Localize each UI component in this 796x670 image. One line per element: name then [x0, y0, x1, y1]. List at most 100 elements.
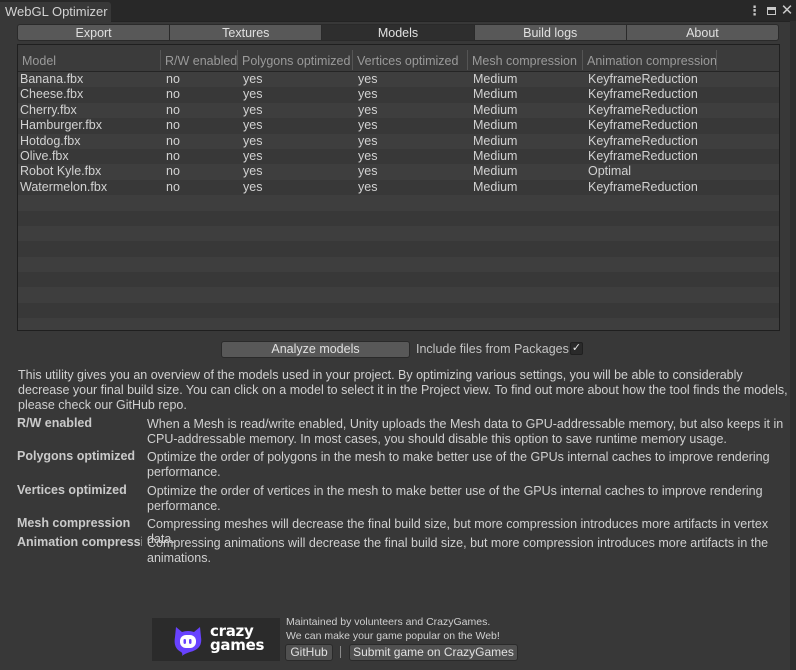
- definition-term: Polygons optimized: [17, 449, 136, 463]
- definition-term: Vertices optimized: [17, 483, 127, 497]
- definition-term: Mesh compression: [17, 516, 131, 530]
- definition-term: Animation compression: [17, 535, 142, 549]
- table-body: Banana.fbx no yes yes Medium KeyframeRed…: [18, 72, 779, 330]
- cell-model: Robot Kyle.fbx: [20, 164, 102, 179]
- intro-text: This utility gives you an overview of th…: [18, 368, 788, 412]
- tab-export[interactable]: Export: [17, 24, 170, 41]
- cell-animation-compression: KeyframeReduction: [588, 72, 698, 86]
- more-options-icon[interactable]: ⋮: [748, 2, 761, 20]
- column-header-animation-compression[interactable]: Animation compression: [583, 45, 717, 71]
- definition-term: R/W enabled: [17, 416, 93, 430]
- empty-row: [18, 318, 779, 330]
- cell-mesh-compression: Medium: [473, 102, 518, 117]
- cell-model: Olive.fbx: [20, 148, 69, 163]
- cell-mesh-compression: Medium: [473, 72, 518, 86]
- promo-text: We can make your game popular on the Web…: [286, 630, 500, 642]
- cell-model: Hamburger.fbx: [20, 118, 102, 133]
- maintained-by-text: Maintained by volunteers and CrazyGames.: [286, 616, 491, 628]
- logo-line-games: games: [210, 636, 265, 654]
- column-header-model[interactable]: Model: [18, 45, 56, 71]
- cell-polygons-optimized: yes: [243, 72, 263, 86]
- cell-mesh-compression: Medium: [473, 164, 518, 179]
- cell-vertices-optimized: yes: [358, 102, 378, 117]
- window-tab[interactable]: WebGL Optimizer: [0, 2, 111, 22]
- logo-wordmark: crazy games: [210, 624, 265, 654]
- table-row[interactable]: Hamburger.fbx no yes yes Medium Keyframe…: [18, 118, 779, 134]
- cell-polygons-optimized: yes: [243, 148, 263, 163]
- cell-animation-compression: Optimal: [588, 164, 632, 179]
- close-icon[interactable]: ✕: [780, 2, 794, 20]
- checkmark-icon: ✓: [571, 342, 582, 354]
- empty-row: [18, 302, 779, 319]
- cell-polygons-optimized: yes: [243, 133, 263, 148]
- empty-row: [18, 272, 779, 288]
- cell-polygons-optimized: yes: [243, 164, 263, 179]
- submit-game-button[interactable]: Submit game on CrazyGames: [349, 644, 518, 661]
- window-edge: [790, 21, 796, 670]
- column-header-polygons-optimized[interactable]: Polygons optimized: [238, 45, 350, 71]
- column-resizer[interactable]: [716, 50, 717, 70]
- cell-model: Cherry.fbx: [20, 102, 77, 117]
- cell-mesh-compression: Medium: [473, 179, 518, 194]
- table-row[interactable]: Cherry.fbx no yes yes Medium KeyframeRed…: [18, 102, 779, 119]
- crazygames-logo[interactable]: crazy games: [152, 618, 280, 661]
- tab-models[interactable]: Models: [321, 24, 474, 41]
- crazygames-mascot-icon: [174, 627, 202, 656]
- cell-model: Watermelon.fbx: [20, 179, 108, 194]
- cell-animation-compression: KeyframeReduction: [588, 133, 698, 148]
- include-packages-checkbox[interactable]: ✓: [570, 342, 583, 355]
- cell-vertices-optimized: yes: [358, 87, 378, 102]
- cell-mesh-compression: Medium: [473, 148, 518, 163]
- cell-animation-compression: KeyframeReduction: [588, 118, 698, 133]
- empty-row: [18, 287, 779, 303]
- cell-rw-enabled: no: [166, 87, 180, 102]
- cell-animation-compression: KeyframeReduction: [588, 179, 698, 194]
- cell-model: Hotdog.fbx: [20, 133, 81, 148]
- empty-row: [18, 241, 779, 257]
- cell-polygons-optimized: yes: [243, 87, 263, 102]
- table-header: Model R/W enabled Polygons optimized Ver…: [18, 45, 779, 72]
- cell-rw-enabled: no: [166, 164, 180, 179]
- column-header-vertices-optimized[interactable]: Vertices optimized: [353, 45, 458, 71]
- empty-row: [18, 210, 779, 226]
- cell-rw-enabled: no: [166, 179, 180, 194]
- github-button[interactable]: GitHub: [285, 644, 333, 661]
- cell-vertices-optimized: yes: [358, 164, 378, 179]
- cell-vertices-optimized: yes: [358, 72, 378, 86]
- cell-vertices-optimized: yes: [358, 118, 378, 133]
- empty-row: [18, 225, 779, 242]
- cell-mesh-compression: Medium: [473, 133, 518, 148]
- table-row[interactable]: Banana.fbx no yes yes Medium KeyframeRed…: [18, 72, 779, 88]
- footer-divider: [340, 646, 341, 658]
- table-row[interactable]: Olive.fbx no yes yes Medium KeyframeRedu…: [18, 148, 779, 165]
- definition-description: When a Mesh is read/write enabled, Unity…: [147, 417, 784, 446]
- models-table: Model R/W enabled Polygons optimized Ver…: [17, 44, 780, 331]
- cell-rw-enabled: no: [166, 118, 180, 133]
- cell-rw-enabled: no: [166, 102, 180, 117]
- cell-polygons-optimized: yes: [243, 102, 263, 117]
- column-header-rw-enabled[interactable]: R/W enabled: [161, 45, 237, 71]
- empty-row: [18, 195, 779, 211]
- cell-mesh-compression: Medium: [473, 118, 518, 133]
- table-row[interactable]: Robot Kyle.fbx no yes yes Medium Optimal: [18, 164, 779, 180]
- column-header-mesh-compression[interactable]: Mesh compression: [468, 45, 577, 71]
- tab-toolbar: Export Textures Models Build logs About: [17, 24, 780, 41]
- cell-rw-enabled: no: [166, 133, 180, 148]
- cell-polygons-optimized: yes: [243, 118, 263, 133]
- tab-build-logs[interactable]: Build logs: [473, 24, 626, 41]
- definition-description: Optimize the order of polygons in the me…: [147, 450, 770, 479]
- table-row[interactable]: Cheese.fbx no yes yes Medium KeyframeRed…: [18, 87, 779, 103]
- table-row[interactable]: Watermelon.fbx no yes yes Medium Keyfram…: [18, 179, 779, 196]
- maximize-icon[interactable]: [764, 2, 778, 20]
- include-packages-label: Include files from Packages: [416, 342, 569, 356]
- tab-about[interactable]: About: [625, 24, 780, 41]
- cell-mesh-compression: Medium: [473, 87, 518, 102]
- analyze-models-button[interactable]: Analyze models: [221, 341, 410, 358]
- cell-model: Cheese.fbx: [20, 87, 84, 102]
- cell-animation-compression: KeyframeReduction: [588, 148, 698, 163]
- table-row[interactable]: Hotdog.fbx no yes yes Medium KeyframeRed…: [18, 133, 779, 149]
- definition-description: Optimize the order of vertices in the me…: [147, 484, 763, 513]
- empty-row: [18, 256, 779, 273]
- tab-textures[interactable]: Textures: [169, 24, 322, 41]
- cell-vertices-optimized: yes: [358, 133, 378, 148]
